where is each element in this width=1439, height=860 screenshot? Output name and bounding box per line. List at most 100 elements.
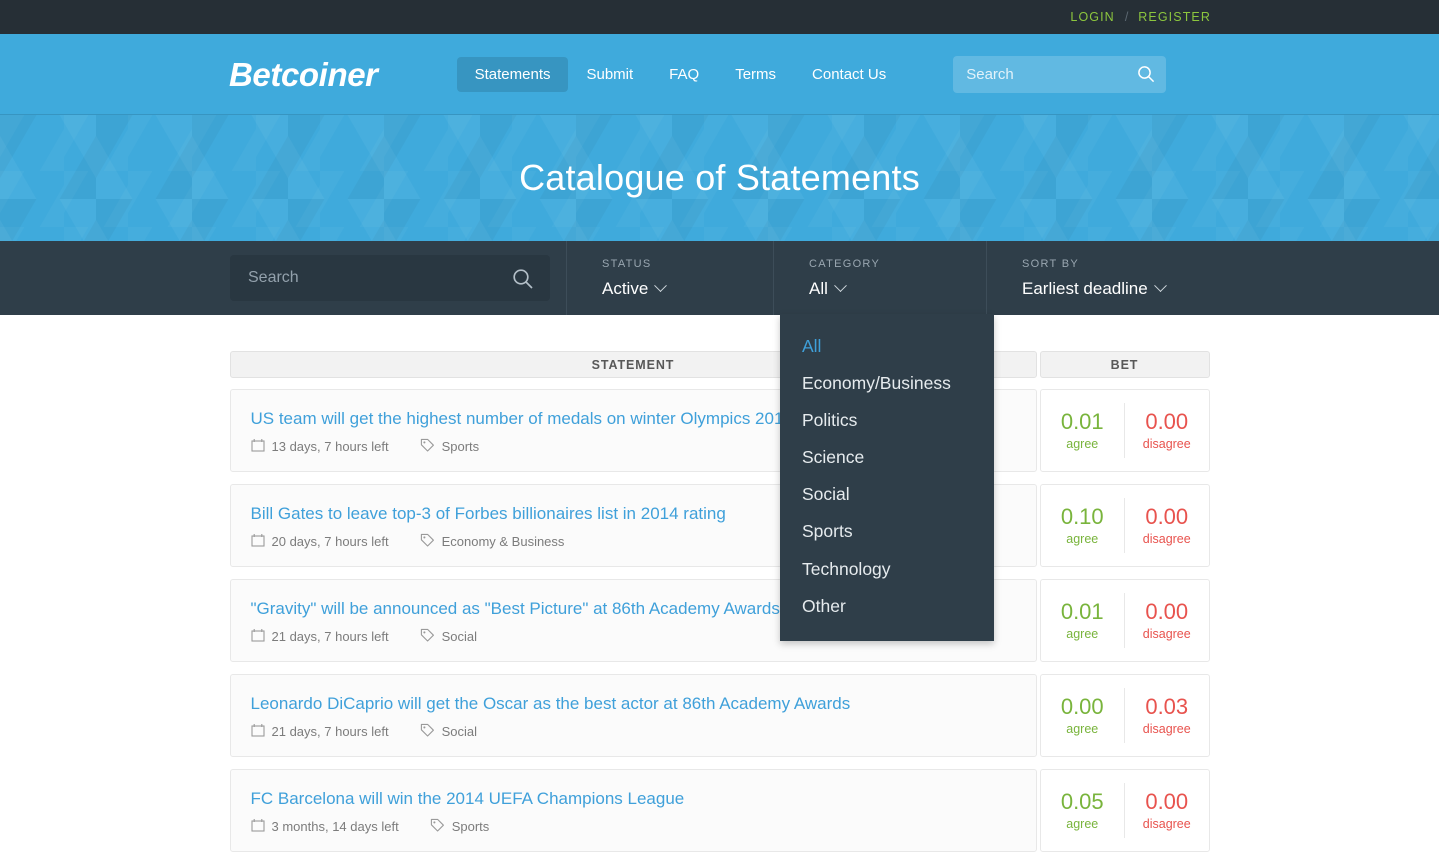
bet-agree-value: 0.01 [1060,598,1104,624]
filter-bar: STATUS Active CATEGORY All SORT BY Earli… [0,241,1439,315]
filter-search-input[interactable] [230,255,550,301]
filter-sort: SORT BY Earliest deadline [986,241,1286,315]
register-link[interactable]: REGISTER [1138,10,1211,24]
filter-category: CATEGORY All [773,241,986,315]
bet-agree-button[interactable]: 0.10 agree [1041,485,1125,566]
dropdown-option-politics[interactable]: Politics [780,402,994,439]
deadline-text: 3 months, 14 days left [271,819,399,835]
deadline-info: 13 days, 7 hours left [250,438,389,455]
nav-item-contact-us[interactable]: Contact Us [794,57,904,92]
statement-title-link[interactable]: Leonardo DiCaprio will get the Oscar as … [251,693,1016,714]
filter-sort-value: Earliest deadline [1022,278,1148,298]
deadline-info: 21 days, 7 hours left [250,628,389,645]
login-link[interactable]: LOGIN [1070,10,1114,24]
chevron-down-icon [834,279,847,293]
search-icon [512,268,534,295]
dropdown-option-all[interactable]: All [780,328,994,365]
filter-search-box[interactable] [230,255,550,301]
bet-disagree-label: disagree [1142,627,1191,642]
column-header-bet: BET [1039,351,1210,378]
filter-status-label: STATUS [602,257,652,270]
navbar-search-input[interactable] [953,56,1167,93]
bet-cell: 0.01 agree 0.00 disagree [1039,579,1210,662]
filter-category-label: CATEGORY [809,257,881,270]
filter-status-value: Active [602,278,649,298]
calendar-icon [250,438,265,455]
category-info: Sports [420,438,480,455]
bet-disagree-value: 0.00 [1145,598,1189,624]
category-info: Social [420,628,477,645]
statement-title-link[interactable]: FC Barcelona will win the 2014 UEFA Cham… [251,788,1016,809]
deadline-info: 3 months, 14 days left [250,818,399,835]
nav-item-terms[interactable]: Terms [717,57,794,92]
category-info: Economy & Business [420,533,565,550]
bet-disagree-button[interactable]: 0.00 disagree [1124,593,1209,648]
calendar-icon [250,533,265,550]
tag-icon [420,438,435,455]
dropdown-option-sports[interactable]: Sports [780,513,994,550]
statement-cell[interactable]: FC Barcelona will win the 2014 UEFA Cham… [229,769,1037,852]
category-text: Sports [451,819,490,835]
table-row: "Gravity" will be announced as "Best Pic… [229,579,1210,662]
bet-disagree-button[interactable]: 0.00 disagree [1124,783,1209,838]
calendar-icon [250,628,265,645]
deadline-text: 20 days, 7 hours left [271,534,389,550]
calendar-icon [250,818,265,835]
filter-sort-label: SORT BY [1022,257,1079,270]
bet-disagree-label: disagree [1142,437,1191,452]
filter-category-select[interactable]: All [809,279,986,299]
bet-disagree-value: 0.00 [1145,788,1189,814]
filter-status-select[interactable]: Active [602,279,773,299]
category-text: Economy & Business [441,534,565,550]
table-row: FC Barcelona will win the 2014 UEFA Cham… [229,769,1210,852]
main-navbar: Betcoiner Statements Submit FAQ Terms Co… [0,34,1439,115]
filter-status: STATUS Active [566,241,773,315]
category-info: Sports [430,818,490,835]
bet-agree-value: 0.05 [1060,788,1104,814]
bet-disagree-button[interactable]: 0.00 disagree [1124,498,1209,553]
deadline-text: 21 days, 7 hours left [271,724,389,740]
bet-agree-button[interactable]: 0.00 agree [1041,675,1125,756]
site-logo[interactable]: Betcoiner [229,58,378,91]
deadline-info: 21 days, 7 hours left [250,723,389,740]
bet-agree-label: agree [1066,437,1099,452]
tag-icon [420,628,435,645]
bet-cell: 0.10 agree 0.00 disagree [1039,484,1210,567]
navbar-search-box[interactable] [953,56,1167,93]
dropdown-option-science[interactable]: Science [780,439,994,476]
deadline-info: 20 days, 7 hours left [250,533,389,550]
dropdown-option-social[interactable]: Social [780,476,994,513]
bet-agree-label: agree [1066,722,1099,737]
tag-icon [430,818,445,835]
bet-agree-label: agree [1066,532,1099,547]
category-text: Sports [441,439,480,455]
bet-agree-button[interactable]: 0.05 agree [1041,770,1125,851]
nav-item-submit[interactable]: Submit [568,57,651,92]
bet-disagree-value: 0.03 [1145,693,1189,719]
bet-cell: 0.00 agree 0.03 disagree [1039,674,1210,757]
dropdown-option-economy-business[interactable]: Economy/Business [780,365,994,402]
table-row: Bill Gates to leave top-3 of Forbes bill… [229,484,1210,567]
table-header-row: STATEMENT BET [229,351,1210,378]
topbar-separator: / [1124,10,1129,24]
dropdown-option-other[interactable]: Other [780,588,994,625]
bet-agree-button[interactable]: 0.01 agree [1041,580,1125,661]
bet-agree-button[interactable]: 0.01 agree [1041,390,1125,471]
bet-agree-value: 0.00 [1060,693,1104,719]
bet-disagree-label: disagree [1142,817,1191,832]
tag-icon [420,533,435,550]
nav-item-statements[interactable]: Statements [456,57,569,92]
deadline-text: 13 days, 7 hours left [271,439,389,455]
bet-disagree-button[interactable]: 0.00 disagree [1124,403,1209,458]
bet-agree-value: 0.10 [1060,503,1104,529]
dropdown-option-technology[interactable]: Technology [780,551,994,588]
filter-sort-select[interactable]: Earliest deadline [1022,279,1286,299]
category-text: Social [441,629,477,645]
nav-item-faq[interactable]: FAQ [651,57,717,92]
bet-cell: 0.05 agree 0.00 disagree [1039,769,1210,852]
category-dropdown-menu: All Economy/Business Politics Science So… [780,314,994,641]
category-info: Social [420,723,477,740]
bet-disagree-label: disagree [1142,532,1191,547]
statement-cell[interactable]: Leonardo DiCaprio will get the Oscar as … [229,674,1037,757]
bet-disagree-button[interactable]: 0.03 disagree [1124,688,1209,743]
